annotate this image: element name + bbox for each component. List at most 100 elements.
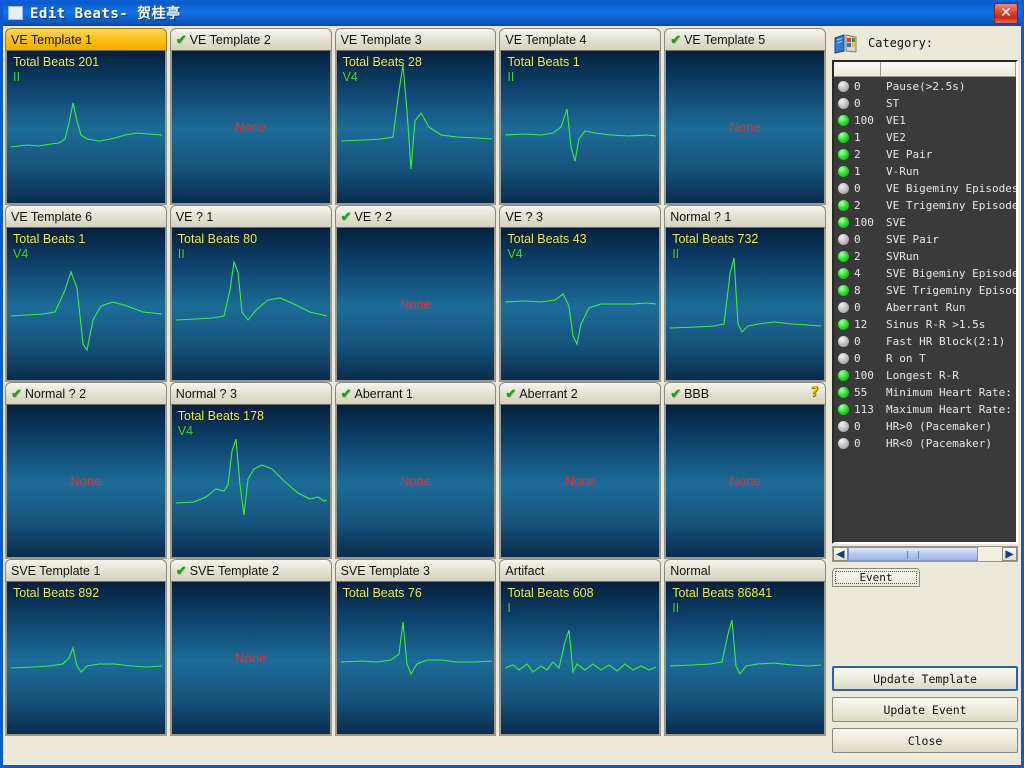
waveform-panel[interactable]: Total Beats 178V4 <box>170 404 332 559</box>
category-list-item[interactable]: 0HR<0 (Pacemaker) <box>834 435 1016 452</box>
close-button[interactable]: Close <box>832 728 1018 753</box>
category-list-item[interactable]: 55Minimum Heart Rate: <box>834 384 1016 401</box>
waveform-panel[interactable]: Total Beats 28V4 <box>335 50 497 205</box>
category-name: Minimum Heart Rate: <box>886 386 1012 399</box>
category-list-item[interactable]: 0HR>0 (Pacemaker) <box>834 418 1016 435</box>
update-event-button[interactable]: Update Event <box>832 697 1018 722</box>
tab-template[interactable]: VE Template 3 <box>335 28 497 50</box>
scroll-left-icon[interactable]: ◀ <box>833 547 848 561</box>
category-list-item[interactable]: 8SVE Trigeminy Episod <box>834 282 1016 299</box>
tab-template[interactable]: SVE Template 3 <box>335 559 497 581</box>
category-list-item[interactable]: 2SVRun <box>834 248 1016 265</box>
category-count: 100 <box>854 114 886 127</box>
waveform-panel[interactable]: Total Beats 86841II <box>664 581 826 736</box>
category-list-item[interactable]: 1V-Run <box>834 163 1016 180</box>
check-icon: ✔ <box>176 33 187 46</box>
tab-template[interactable]: ✔VE Template 2 <box>170 28 332 50</box>
ecg-waveform <box>172 228 331 379</box>
waveform-panel[interactable]: Total Beats 608I <box>499 581 661 736</box>
waveform-panel[interactable]: Total Beats 201II <box>5 50 167 205</box>
close-icon[interactable]: ✕ <box>994 3 1018 24</box>
category-list-item[interactable]: 0R on T <box>834 350 1016 367</box>
tab-template[interactable]: ✔VE ? 2 <box>335 205 497 227</box>
tab-label: SVE Template 2 <box>190 564 279 578</box>
tab-template[interactable]: ✔Aberrant 1 <box>335 382 497 404</box>
category-list-item[interactable]: 100VE1 <box>834 112 1016 129</box>
category-count: 100 <box>854 216 886 229</box>
tab-template[interactable]: ✔Normal ? 2 <box>5 382 167 404</box>
tab-template[interactable]: Normal ? 3 <box>170 382 332 404</box>
category-list-item[interactable]: 12Sinus R-R >1.5s <box>834 316 1016 333</box>
waveform-panel[interactable]: None <box>335 404 497 559</box>
category-name: R on T <box>886 352 926 365</box>
tab-template[interactable]: ✔Aberrant 2 <box>499 382 661 404</box>
category-list-item[interactable]: 100SVE <box>834 214 1016 231</box>
tab-event[interactable]: Event <box>832 568 920 587</box>
tab-template[interactable]: ✔BBB? <box>664 382 826 404</box>
waveform-panel[interactable]: Total Beats 1II <box>499 50 661 205</box>
waveform-strip: NoneTotal Beats 178V4NoneNoneNone <box>5 404 829 559</box>
total-beats-label: Total Beats 80 <box>178 232 257 246</box>
category-list-item[interactable]: 2VE Pair <box>834 146 1016 163</box>
category-hscrollbar[interactable]: ◀ ▶ <box>832 546 1018 562</box>
update-template-button[interactable]: Update Template <box>832 666 1018 691</box>
waveform-panel[interactable]: Total Beats 80II <box>170 227 332 382</box>
scroll-thumb[interactable] <box>848 547 978 561</box>
waveform-panel[interactable]: None <box>664 50 826 205</box>
template-row: ✔Normal ? 2Normal ? 3✔Aberrant 1✔Aberran… <box>5 382 829 559</box>
scroll-right-icon[interactable]: ▶ <box>1002 547 1017 561</box>
lead-label: V4 <box>343 70 358 84</box>
lead-label: I <box>507 601 510 615</box>
dialog-buttons: Update Template Update Event Close <box>832 666 1018 761</box>
waveform-panel[interactable]: None <box>335 227 497 382</box>
category-list-item[interactable]: 100Longest R-R <box>834 367 1016 384</box>
waveform-panel[interactable]: None <box>664 404 826 559</box>
template-row: SVE Template 1✔SVE Template 2SVE Templat… <box>5 559 829 736</box>
waveform-panel[interactable]: None <box>170 50 332 205</box>
waveform-panel[interactable]: Total Beats 76 <box>335 581 497 736</box>
category-list[interactable]: 0Pause(>2.5s)0ST100VE11VE22VE Pair1V-Run… <box>832 60 1018 544</box>
waveform-panel[interactable]: Total Beats 43V4 <box>499 227 661 382</box>
led-on-icon <box>838 268 849 279</box>
category-list-item[interactable]: 0Aberrant Run <box>834 299 1016 316</box>
category-list-item[interactable]: 0VE Bigeminy Episodes <box>834 180 1016 197</box>
tab-template[interactable]: Normal ? 1 <box>664 205 826 227</box>
category-name: SVE Pair <box>886 233 939 246</box>
category-count: 0 <box>854 301 886 314</box>
list-column-name[interactable] <box>881 62 1016 77</box>
empty-panel-label: None <box>501 474 659 489</box>
category-list-item[interactable]: 0ST <box>834 95 1016 112</box>
total-beats-label: Total Beats 43 <box>507 232 586 246</box>
waveform-panel[interactable]: Total Beats 892 <box>5 581 167 736</box>
tab-template[interactable]: Normal <box>664 559 826 581</box>
category-list-item[interactable]: 0Pause(>2.5s) <box>834 78 1016 95</box>
tab-template[interactable]: VE ? 3 <box>499 205 661 227</box>
waveform-panel[interactable]: None <box>5 404 167 559</box>
tab-template[interactable]: VE ? 1 <box>170 205 332 227</box>
check-icon: ✔ <box>505 387 516 400</box>
category-list-item[interactable]: 1VE2 <box>834 129 1016 146</box>
tab-template[interactable]: VE Template 6 <box>5 205 167 227</box>
category-list-item[interactable]: 2VE Trigeminy Episode <box>834 197 1016 214</box>
category-count: 4 <box>854 267 886 280</box>
tab-template[interactable]: ✔VE Template 5 <box>664 28 826 50</box>
category-name: Maximum Heart Rate: <box>886 403 1012 416</box>
tab-template[interactable]: Artifact <box>499 559 661 581</box>
led-off-icon <box>838 81 849 92</box>
category-list-item[interactable]: 0Fast HR Block(2:1) <box>834 333 1016 350</box>
waveform-panel[interactable]: Total Beats 732II <box>664 227 826 382</box>
tab-template[interactable]: VE Template 4 <box>499 28 661 50</box>
tab-template[interactable]: ✔SVE Template 2 <box>170 559 332 581</box>
category-list-item[interactable]: 0SVE Pair <box>834 231 1016 248</box>
category-list-item[interactable]: 4SVE Bigeminy Episode <box>834 265 1016 282</box>
waveform-panel[interactable]: None <box>170 581 332 736</box>
led-off-icon <box>838 234 849 245</box>
tab-template[interactable]: VE Template 1 <box>5 28 167 50</box>
tab-template[interactable]: SVE Template 1 <box>5 559 167 581</box>
scroll-track[interactable] <box>848 547 1002 561</box>
waveform-panel[interactable]: None <box>499 404 661 559</box>
category-list-item[interactable]: 113Maximum Heart Rate: <box>834 401 1016 418</box>
list-column-count[interactable] <box>834 62 881 77</box>
waveform-panel[interactable]: Total Beats 1V4 <box>5 227 167 382</box>
help-icon[interactable]: ? <box>808 385 821 400</box>
